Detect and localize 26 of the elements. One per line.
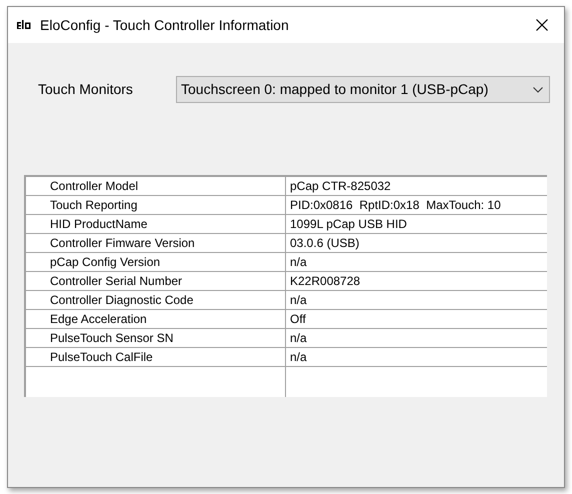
property-name: PulseTouch Sensor SN [50, 330, 174, 347]
property-value: 1099L pCap USB HID [290, 216, 407, 233]
monitor-dropdown[interactable]: Touchscreen 0: mapped to monitor 1 (USB-pCap) [176, 76, 550, 103]
property-value: K22R008728 [290, 273, 360, 290]
property-value: Off [290, 311, 306, 328]
property-value: pCap CTR-825032 [290, 178, 391, 195]
property-name: PulseTouch CalFile [50, 349, 153, 366]
property-value: PID:0x0816 RptID:0x18 MaxTouch: 10 [290, 197, 501, 214]
property-name: HID ProductName [50, 216, 148, 233]
logo-icon [16, 19, 32, 31]
window-title: EloConfig - Touch Controller Information [40, 16, 289, 35]
property-name: Controller Serial Number [50, 273, 182, 290]
property-name: Edge Acceleration [50, 311, 147, 328]
chevron-down-icon [533, 86, 543, 92]
property-value: n/a [290, 349, 307, 366]
property-value: n/a [290, 254, 307, 271]
property-value: n/a [290, 292, 307, 309]
property-name: Controller Diagnostic Code [50, 292, 194, 309]
property-name: Touch Reporting [50, 197, 138, 214]
close-icon [536, 19, 548, 31]
property-name: pCap Config Version [50, 254, 160, 271]
property-name: Controller Fimware Version [50, 235, 195, 252]
property-value: n/a [290, 330, 307, 347]
property-value: 03.0.6 (USB) [290, 235, 360, 252]
field-label: Touch Monitors [38, 80, 134, 99]
property-name: Controller Model [50, 178, 138, 195]
